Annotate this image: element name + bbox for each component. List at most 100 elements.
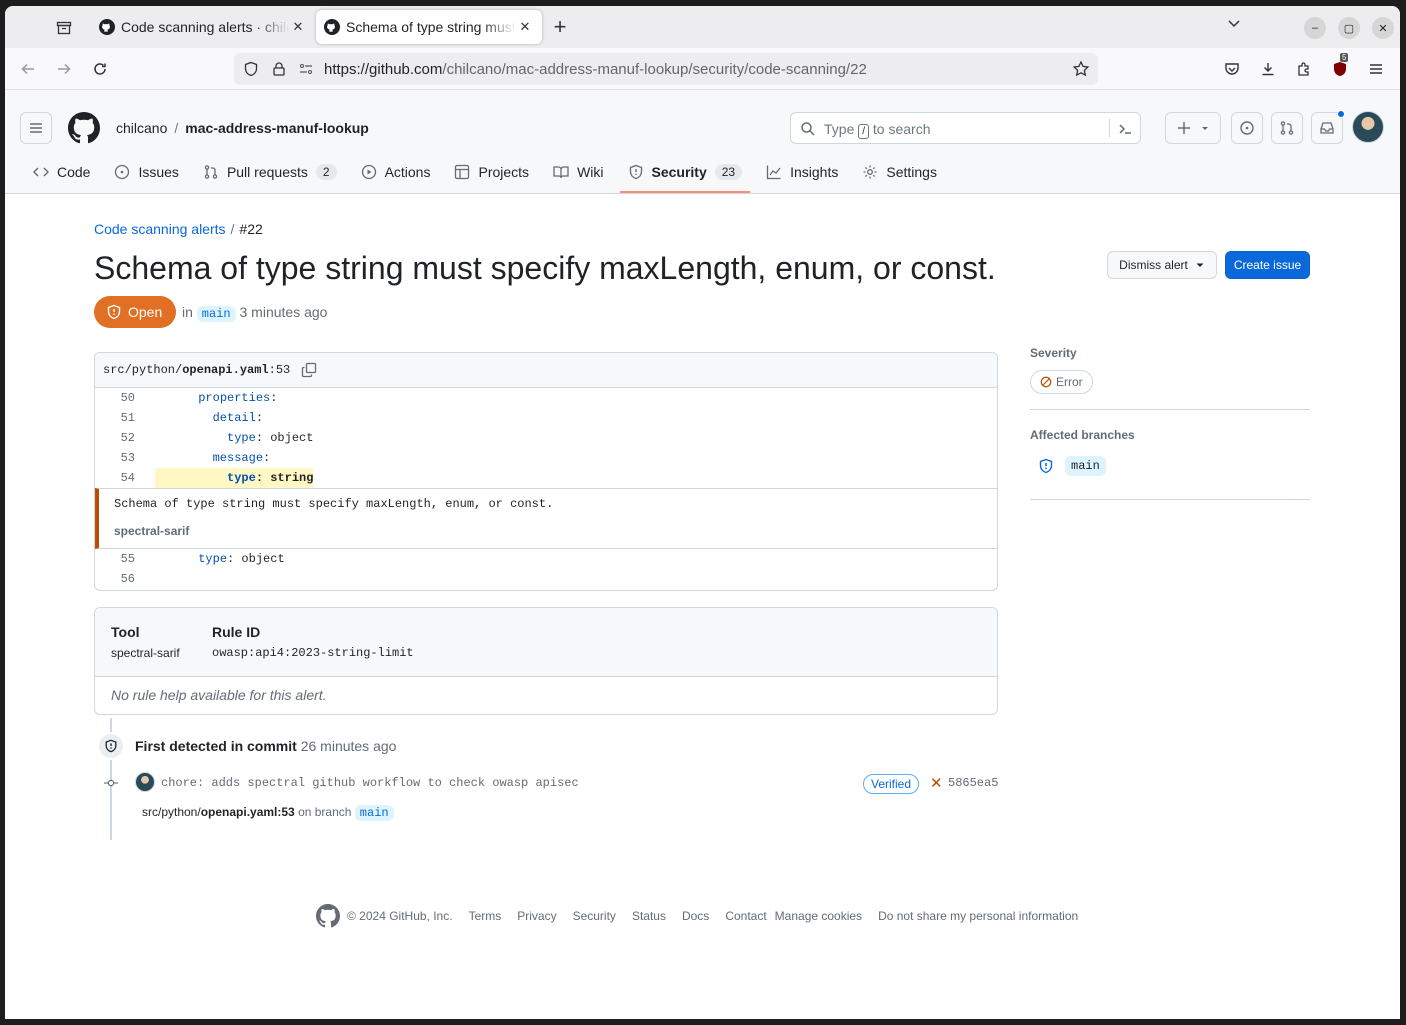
search-input[interactable]: Type / to search: [790, 112, 1141, 144]
line-code: detail:: [155, 408, 263, 428]
tool-column: Tool spectral-sarif: [111, 624, 180, 660]
inbox-button[interactable]: [1311, 110, 1345, 144]
commit-message[interactable]: chore: adds spectral github workflow to …: [161, 776, 579, 790]
download-icon: [1262, 63, 1274, 76]
browser-tab-alert-detail[interactable]: Schema of type string must specify maxLe…: [316, 10, 542, 44]
close-tab-icon[interactable]: ✕: [516, 19, 534, 35]
line-code: type: string: [155, 468, 313, 488]
github-logo-icon[interactable]: [316, 904, 340, 928]
rule-id-value: owasp:api4:2023-string-limit: [212, 646, 414, 660]
tab-pull-requests[interactable]: Pull requests 2: [195, 152, 345, 192]
code-file-header: src/python/openapi.yaml:53: [95, 353, 997, 388]
tab-insights[interactable]: Insights: [758, 152, 846, 192]
github-favicon-icon: [99, 19, 115, 35]
close-tab-icon[interactable]: ✕: [289, 19, 307, 35]
commit-file-link[interactable]: src/python/openapi.yaml:53: [142, 805, 295, 819]
tab-actions[interactable]: Actions: [353, 152, 439, 192]
create-issue-button[interactable]: Create issue: [1225, 251, 1310, 279]
extensions-button[interactable]: [1292, 57, 1316, 81]
tab-wiki[interactable]: Wiki: [545, 152, 611, 192]
commit-author-avatar[interactable]: [135, 772, 155, 792]
browser-tab-alerts[interactable]: Code scanning alerts · chilcano/mac-addr…: [91, 10, 315, 44]
code-snippet: src/python/openapi.yaml:53 50 properties…: [94, 352, 998, 591]
commit-location: src/python/openapi.yaml:53 on branch mai…: [142, 805, 394, 821]
dismiss-alert-button[interactable]: Dismiss alert: [1107, 251, 1217, 279]
yaml-key: properties: [198, 391, 271, 405]
verified-badge[interactable]: Verified: [863, 774, 920, 794]
footer-link-privacy[interactable]: Privacy: [517, 909, 556, 923]
copy-icon[interactable]: [301, 362, 317, 378]
security-count: 23: [714, 164, 743, 180]
ublock-extension-button[interactable]: 5: [1328, 53, 1352, 81]
footer-link-manage-cookies[interactable]: Manage cookies: [775, 909, 862, 923]
github-logo-icon[interactable]: [68, 112, 100, 144]
lock-icon[interactable]: [271, 61, 287, 77]
commit-branch-label[interactable]: main: [354, 805, 394, 821]
search-icon: [801, 122, 815, 136]
user-avatar[interactable]: [1352, 111, 1384, 143]
tab-overview-button[interactable]: [51, 15, 77, 41]
file-path[interactable]: src/python/openapi.yaml:53: [103, 363, 290, 377]
line-code: type: object: [155, 428, 313, 448]
check-failed-x-icon[interactable]: ✕: [930, 774, 943, 792]
code-scanning-alerts-link[interactable]: Code scanning alerts: [94, 221, 226, 237]
new-tab-button[interactable]: +: [548, 15, 572, 39]
code-line: 55 type: object: [95, 549, 997, 569]
downloads-button[interactable]: [1256, 57, 1280, 81]
code-line: 56: [95, 569, 997, 589]
issues-header-button[interactable]: [1231, 112, 1263, 144]
shield-tracking-icon[interactable]: [243, 61, 259, 77]
sidebar-divider: [1030, 409, 1310, 410]
footer-link-do-not-share[interactable]: Do not share my personal information: [878, 909, 1078, 923]
close-window-button[interactable]: ✕: [1372, 17, 1394, 39]
file-line: :53: [268, 363, 291, 377]
issue-opened-icon: [1240, 121, 1254, 135]
puzzle-icon: [1298, 62, 1309, 76]
global-menu-button[interactable]: [20, 112, 52, 144]
git-commit-icon: [104, 776, 118, 790]
tab-issues[interactable]: Issues: [106, 152, 186, 192]
maximize-window-button[interactable]: ▢: [1338, 17, 1360, 39]
affected-branch-label[interactable]: main: [1065, 456, 1106, 476]
browser-window: Code scanning alerts · chilcano/mac-addr…: [5, 6, 1400, 1019]
commit-sha[interactable]: 5865ea5: [948, 776, 998, 790]
line-code: message:: [155, 448, 271, 468]
branch-label[interactable]: main: [196, 306, 236, 322]
repo-name-link[interactable]: mac-address-manuf-lookup: [185, 120, 369, 136]
timeline-badge: [97, 732, 125, 760]
tool-info-box: Tool spectral-sarif Rule ID owasp:api4:2…: [94, 607, 998, 715]
app-menu-button[interactable]: [1364, 57, 1388, 81]
page-settings-icon[interactable]: [298, 61, 314, 77]
search-placeholder-post: to search: [872, 121, 931, 137]
owner-link[interactable]: chilcano: [116, 120, 167, 136]
three-bars-icon: [30, 123, 42, 133]
url-text[interactable]: https://github.com/chilcano/mac-address-…: [324, 61, 867, 78]
bookmark-star-icon[interactable]: [1072, 60, 1090, 78]
list-all-tabs-chevron-icon[interactable]: [1227, 16, 1241, 33]
command-palette-icon[interactable]: [1117, 121, 1133, 137]
footer-link-status[interactable]: Status: [632, 909, 666, 923]
minimize-window-button[interactable]: –: [1304, 17, 1326, 39]
tab-code[interactable]: Code: [25, 152, 98, 192]
tab-settings[interactable]: Settings: [854, 152, 945, 192]
pocket-button[interactable]: [1220, 57, 1244, 81]
address-bar[interactable]: https://github.com/chilcano/mac-address-…: [234, 53, 1098, 85]
tab-projects[interactable]: Projects: [446, 152, 537, 192]
footer-link-contact[interactable]: Contact: [725, 909, 766, 923]
back-button[interactable]: [16, 57, 40, 81]
affected-branch-item: main: [1038, 456, 1106, 476]
footer-link-terms[interactable]: Terms: [469, 909, 502, 923]
search-placeholder-pre: Type: [824, 121, 855, 137]
reload-button[interactable]: [88, 57, 112, 81]
issue-icon: [115, 164, 130, 180]
tab-strip: Code scanning alerts · chilcano/mac-addr…: [5, 6, 1400, 48]
pull-requests-header-button[interactable]: [1271, 112, 1303, 144]
url-host: https://github.com: [324, 61, 443, 78]
tab-security[interactable]: Security 23: [619, 152, 751, 193]
forward-button[interactable]: [52, 57, 76, 81]
status-badge: Open: [94, 296, 177, 328]
footer-link-docs[interactable]: Docs: [682, 909, 709, 923]
create-new-button[interactable]: [1165, 112, 1221, 144]
footer-link-security[interactable]: Security: [573, 909, 616, 923]
